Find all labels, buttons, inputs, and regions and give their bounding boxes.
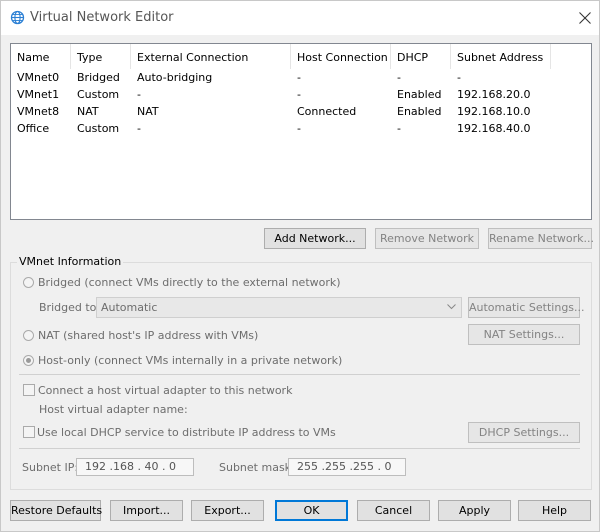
apply-button[interactable]: Apply xyxy=(438,500,511,521)
ok-button[interactable]: OK xyxy=(275,500,348,521)
subnet-ip-label: Subnet IP: xyxy=(22,461,79,474)
rename-network-button[interactable]: Rename Network... xyxy=(488,228,594,249)
cell-external-connection: - xyxy=(137,122,141,135)
dhcp-checkbox[interactable] xyxy=(23,426,35,438)
help-button[interactable]: Help xyxy=(518,500,591,521)
cell-type: Bridged xyxy=(77,71,120,84)
cell-subnet-address: 192.168.40.0 xyxy=(457,122,531,135)
cell-external-connection: NAT xyxy=(137,105,159,118)
column-header-dhcp[interactable]: DHCP xyxy=(391,44,451,69)
window-title: Virtual Network Editor xyxy=(30,10,174,25)
cell-type: NAT xyxy=(77,105,99,118)
column-header-name[interactable]: Name xyxy=(11,44,71,69)
subnet-mask-field[interactable]: 255 .255 .255 . 0 xyxy=(288,458,406,476)
export-button[interactable]: Export... xyxy=(191,500,264,521)
remove-network-button[interactable]: Remove Network xyxy=(375,228,479,249)
column-header-external-connection[interactable]: External Connection xyxy=(131,44,291,69)
bridged-to-label: Bridged to: xyxy=(39,301,101,314)
cell-dhcp: - xyxy=(397,71,401,84)
cell-host-connection: - xyxy=(297,71,301,84)
divider xyxy=(19,448,580,449)
subnet-ip-field[interactable]: 192 .168 . 40 . 0 xyxy=(76,458,194,476)
close-icon xyxy=(579,12,591,24)
networks-table[interactable]: Name Type External Connection Host Conne… xyxy=(10,43,592,220)
title-bar[interactable]: Virtual Network Editor xyxy=(1,1,599,35)
cell-name: VMnet8 xyxy=(17,105,60,118)
column-header-host-connection[interactable]: Host Connection xyxy=(291,44,391,69)
cell-dhcp: - xyxy=(397,122,401,135)
bridged-to-value: Automatic xyxy=(101,301,158,314)
connect-adapter-checkbox[interactable] xyxy=(23,384,35,396)
cell-dhcp: Enabled xyxy=(397,105,442,118)
vmnet-information-label: VMnet Information xyxy=(17,255,124,268)
subnet-mask-label: Subnet mask: xyxy=(219,461,295,474)
dhcp-label: Use local DHCP service to distribute IP … xyxy=(37,426,336,439)
cell-host-connection: Connected xyxy=(297,105,357,118)
nat-settings-button[interactable]: NAT Settings... xyxy=(468,324,580,345)
bridged-radio[interactable] xyxy=(23,277,34,288)
cell-external-connection: - xyxy=(137,88,141,101)
column-header-type[interactable]: Type xyxy=(71,44,131,69)
cell-name: VMnet0 xyxy=(17,71,60,84)
host-only-label: Host-only (connect VMs internally in a p… xyxy=(38,354,343,367)
cell-name: VMnet1 xyxy=(17,88,60,101)
connect-adapter-label: Connect a host virtual adapter to this n… xyxy=(38,384,293,397)
chevron-down-icon xyxy=(447,304,456,310)
virtual-network-editor-window: Virtual Network Editor Name Type Externa… xyxy=(0,0,600,532)
cell-dhcp: Enabled xyxy=(397,88,442,101)
automatic-settings-button[interactable]: Automatic Settings... xyxy=(468,297,585,318)
bridged-to-dropdown[interactable]: Automatic xyxy=(96,297,462,318)
divider xyxy=(19,374,580,375)
cell-subnet-address: 192.168.20.0 xyxy=(457,88,531,101)
cell-external-connection: Auto-bridging xyxy=(137,71,213,84)
dhcp-settings-button[interactable]: DHCP Settings... xyxy=(468,422,580,443)
column-header-subnet-address[interactable]: Subnet Address xyxy=(451,44,551,69)
cell-type: Custom xyxy=(77,122,120,135)
cell-subnet-address: 192.168.10.0 xyxy=(457,105,531,118)
restore-defaults-button[interactable]: Restore Defaults xyxy=(10,500,102,521)
bridged-label: Bridged (connect VMs directly to the ext… xyxy=(38,276,341,289)
cell-host-connection: - xyxy=(297,122,301,135)
adapter-name-label: Host virtual adapter name: xyxy=(39,403,188,416)
host-only-radio[interactable] xyxy=(23,355,34,366)
cancel-button[interactable]: Cancel xyxy=(357,500,430,521)
close-button[interactable] xyxy=(573,7,597,29)
cell-type: Custom xyxy=(77,88,120,101)
nat-radio[interactable] xyxy=(23,330,34,341)
cell-name: Office xyxy=(17,122,50,135)
add-network-button[interactable]: Add Network... xyxy=(264,228,366,249)
network-globe-icon xyxy=(10,10,25,25)
import-button[interactable]: Import... xyxy=(110,500,183,521)
cell-subnet-address: - xyxy=(457,71,461,84)
cell-host-connection: - xyxy=(297,88,301,101)
nat-label: NAT (shared host's IP address with VMs) xyxy=(38,329,259,342)
